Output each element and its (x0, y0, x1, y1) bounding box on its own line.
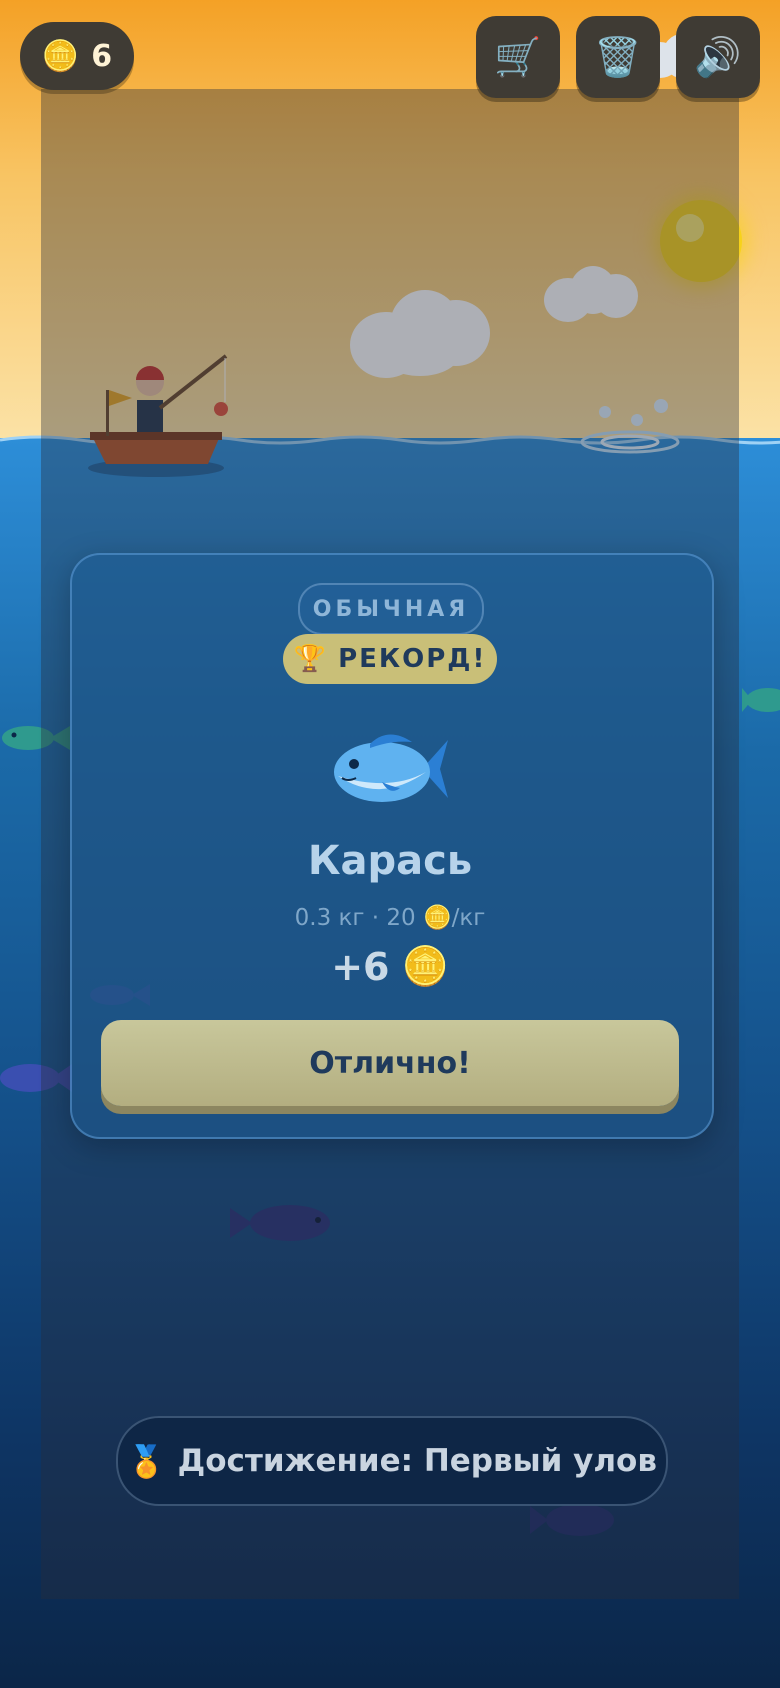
fish-weight-price: 0.3 кг · 20 🪙/кг (294, 905, 486, 931)
coin-icon: 🪙 (401, 944, 449, 988)
background-fish (742, 688, 780, 712)
trash-icon: 🗑️ (594, 34, 642, 79)
confirm-button[interactable]: Отлично! (101, 1020, 679, 1106)
shop-button[interactable]: 🛒 (476, 16, 560, 98)
speaker-icon: 🔊 (694, 34, 742, 79)
coin-count: 6 (91, 38, 113, 74)
cart-icon: 🛒 (494, 34, 542, 79)
rarity-badge: ОБЫЧНАЯ (298, 583, 484, 635)
achievement-text: Достижение: Первый улов (177, 1443, 657, 1479)
fish-name: Карась (307, 838, 473, 884)
sound-button[interactable]: 🔊 (676, 16, 760, 98)
caught-fish-icon (334, 734, 448, 802)
record-label: РЕКОРД! (338, 644, 487, 674)
coin-reward: +6 🪙 (70, 944, 710, 989)
coin-counter: 🪙 6 (20, 22, 134, 90)
reward-amount: +6 (331, 944, 390, 989)
medal-icon: 🏅 (127, 1443, 166, 1480)
achievement-toast: 🏅 Достижение: Первый улов (116, 1416, 668, 1506)
coin-icon: 🪙 (41, 38, 80, 74)
record-badge: 🏆 РЕКОРД! (283, 634, 497, 684)
trophy-icon: 🏆 (293, 644, 329, 674)
trash-button[interactable]: 🗑️ (576, 16, 660, 98)
